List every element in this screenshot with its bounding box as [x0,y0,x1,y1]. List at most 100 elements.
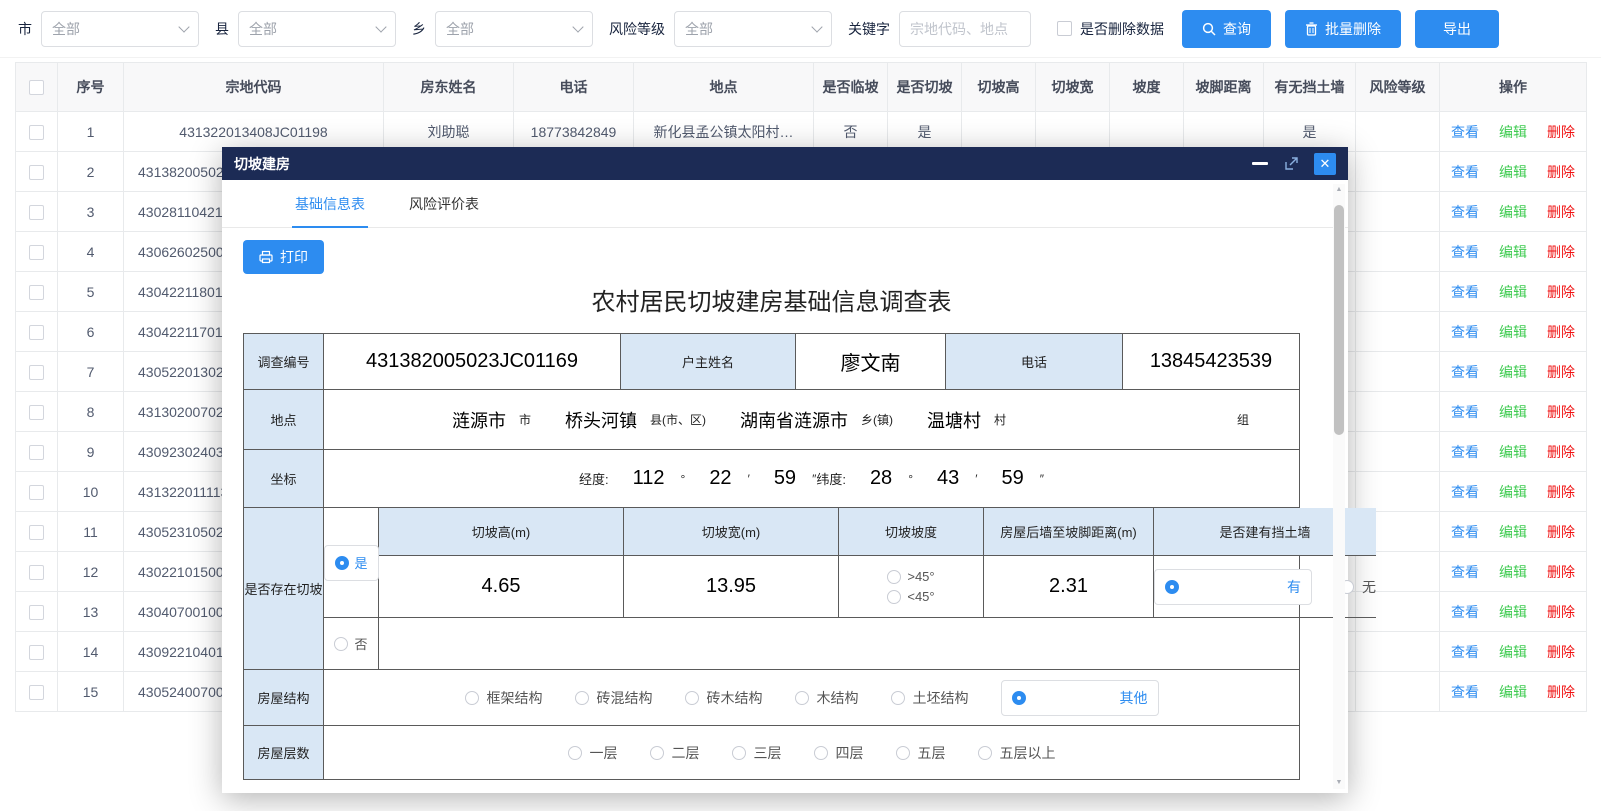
select-all-checkbox[interactable] [29,80,44,95]
radio-option[interactable]: 四层 [814,743,864,763]
delete-link[interactable]: 删除 [1547,404,1575,420]
delete-link[interactable]: 删除 [1547,204,1575,220]
edit-link[interactable]: 编辑 [1499,204,1527,220]
radio-option[interactable]: >45° [887,569,934,584]
edit-link[interactable]: 编辑 [1499,524,1527,540]
radio-option[interactable]: 有 [1154,569,1312,605]
edit-link[interactable]: 编辑 [1499,684,1527,700]
column-header: 操作 [1440,63,1587,112]
delete-link[interactable]: 删除 [1547,284,1575,300]
edit-link[interactable]: 编辑 [1499,364,1527,380]
radio-option[interactable]: <45° [887,589,934,604]
deleted-data-checkbox-group[interactable]: 是否删除数据 [1057,19,1164,39]
row-checkbox[interactable] [29,685,44,700]
row-checkbox[interactable] [29,525,44,540]
keyword-input[interactable] [899,11,1031,47]
radio-option[interactable]: 其他 [1001,680,1159,716]
filter-risk-select[interactable]: 全部 [674,11,832,47]
delete-link[interactable]: 删除 [1547,444,1575,460]
filter-city-select[interactable]: 全部 [41,11,199,47]
delete-link[interactable]: 删除 [1547,244,1575,260]
view-link[interactable]: 查看 [1451,364,1479,380]
row-checkbox[interactable] [29,565,44,580]
view-link[interactable]: 查看 [1451,564,1479,580]
delete-link[interactable]: 删除 [1547,524,1575,540]
minimize-icon[interactable] [1252,162,1268,165]
scrollbar-up-arrow[interactable]: ▲ [1333,184,1345,196]
close-icon[interactable]: ✕ [1314,153,1336,175]
row-checkbox[interactable] [29,445,44,460]
view-link[interactable]: 查看 [1451,324,1479,340]
radio-option[interactable]: 五层以上 [978,743,1056,763]
radio-option[interactable]: 三层 [732,743,782,763]
batch-delete-button[interactable]: 批量删除 [1285,10,1401,48]
filter-town-select[interactable]: 全部 [435,11,593,47]
delete-link[interactable]: 删除 [1547,484,1575,500]
view-link[interactable]: 查看 [1451,684,1479,700]
row-checkbox[interactable] [29,205,44,220]
delete-link[interactable]: 删除 [1547,364,1575,380]
edit-link[interactable]: 编辑 [1499,644,1527,660]
print-button[interactable]: 打印 [243,240,324,274]
filter-county-select[interactable]: 全部 [238,11,396,47]
edit-link[interactable]: 编辑 [1499,564,1527,580]
radio-option[interactable]: 无 [1340,569,1376,605]
delete-link[interactable]: 删除 [1547,164,1575,180]
delete-link[interactable]: 删除 [1547,604,1575,620]
scrollbar-thumb[interactable] [1334,205,1344,435]
row-checkbox[interactable] [29,605,44,620]
radio-option[interactable]: 木结构 [795,688,859,708]
delete-link[interactable]: 删除 [1547,324,1575,340]
view-link[interactable]: 查看 [1451,284,1479,300]
view-link[interactable]: 查看 [1451,164,1479,180]
radio-option[interactable]: 否 [334,634,367,653]
edit-link[interactable]: 编辑 [1499,324,1527,340]
view-link[interactable]: 查看 [1451,204,1479,220]
delete-link[interactable]: 删除 [1547,124,1575,140]
radio-option[interactable]: 五层 [896,743,946,763]
view-link[interactable]: 查看 [1451,244,1479,260]
row-checkbox[interactable] [29,325,44,340]
radio-option[interactable]: 框架结构 [465,688,543,708]
delete-link[interactable]: 删除 [1547,564,1575,580]
risk-level [1356,272,1440,312]
row-checkbox[interactable] [29,125,44,140]
row-checkbox[interactable] [29,165,44,180]
radio-option[interactable]: 砖木结构 [685,688,763,708]
edit-link[interactable]: 编辑 [1499,444,1527,460]
tab-basic-info[interactable]: 基础信息表 [292,180,368,227]
radio-option[interactable]: 砖混结构 [575,688,653,708]
view-link[interactable]: 查看 [1451,404,1479,420]
radio-option[interactable]: 二层 [650,743,700,763]
radio-option[interactable]: 是 [324,545,379,581]
edit-link[interactable]: 编辑 [1499,484,1527,500]
row-checkbox[interactable] [29,485,44,500]
maximize-icon[interactable] [1283,156,1299,172]
edit-link[interactable]: 编辑 [1499,164,1527,180]
edit-link[interactable]: 编辑 [1499,124,1527,140]
row-checkbox[interactable] [29,405,44,420]
edit-link[interactable]: 编辑 [1499,284,1527,300]
view-link[interactable]: 查看 [1451,604,1479,620]
export-button[interactable]: 导出 [1415,10,1499,48]
scrollbar-down-arrow[interactable]: ▼ [1333,777,1345,789]
view-link[interactable]: 查看 [1451,644,1479,660]
view-link[interactable]: 查看 [1451,444,1479,460]
delete-link[interactable]: 删除 [1547,684,1575,700]
row-checkbox[interactable] [29,285,44,300]
tab-risk-evaluation[interactable]: 风险评价表 [406,180,482,227]
row-checkbox[interactable] [29,245,44,260]
radio-option[interactable]: 土坯结构 [891,688,969,708]
deleted-data-checkbox[interactable] [1057,21,1072,36]
search-button[interactable]: 查询 [1182,10,1271,48]
edit-link[interactable]: 编辑 [1499,404,1527,420]
edit-link[interactable]: 编辑 [1499,244,1527,260]
radio-option[interactable]: 一层 [568,743,618,763]
view-link[interactable]: 查看 [1451,484,1479,500]
row-checkbox[interactable] [29,365,44,380]
view-link[interactable]: 查看 [1451,124,1479,140]
row-checkbox[interactable] [29,645,44,660]
view-link[interactable]: 查看 [1451,524,1479,540]
delete-link[interactable]: 删除 [1547,644,1575,660]
edit-link[interactable]: 编辑 [1499,604,1527,620]
